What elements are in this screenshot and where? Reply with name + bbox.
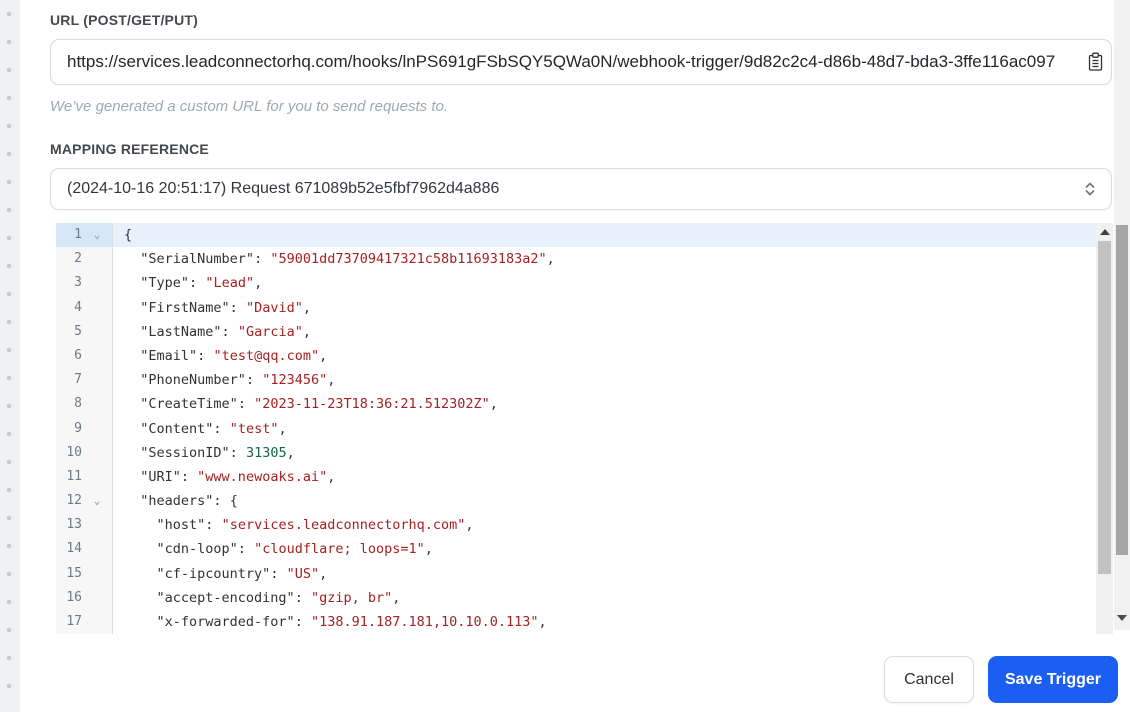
- gutter-cell: 14: [56, 537, 113, 562]
- line-number: 10: [66, 444, 82, 460]
- scroll-down-arrow-icon[interactable]: [1114, 608, 1130, 628]
- gutter-cell: 17: [56, 610, 113, 634]
- mapping-reference-select[interactable]: (2024-10-16 20:51:17) Request 671089b52e…: [50, 168, 1112, 210]
- mapping-reference-label: MAPPING REFERENCE: [50, 141, 209, 157]
- gutter-cell: 9: [56, 416, 113, 441]
- fold-toggle-icon[interactable]: ⌄: [82, 229, 112, 240]
- gutter-cell: 1 ⌄: [56, 223, 113, 248]
- code-text: "Content": "test",: [140, 420, 287, 437]
- line-number: 6: [74, 347, 82, 363]
- gutter-cell: 12 ⌄: [56, 489, 113, 514]
- code-text: "SessionID": 31305,: [140, 444, 295, 461]
- line-number: 16: [66, 589, 82, 605]
- code-text: "Type": "Lead",: [140, 275, 263, 292]
- gutter-cell: 2: [56, 247, 113, 272]
- line-number: 2: [74, 251, 82, 267]
- line-number: 4: [74, 299, 82, 315]
- gutter-cell: 8: [56, 392, 113, 417]
- code-line[interactable]: 15 "cf-ipcountry": "US",: [56, 561, 1096, 586]
- code-text: "Email": "test@qq.com",: [140, 347, 328, 364]
- line-number: 15: [66, 565, 82, 581]
- webhook-url-value[interactable]: https://services.leadconnectorhq.com/hoo…: [51, 52, 1083, 72]
- code-line[interactable]: 5 "LastName": "Garcia",: [56, 319, 1096, 344]
- gutter-cell: 6: [56, 343, 113, 369]
- panel-scrollbar[interactable]: [1114, 0, 1130, 630]
- code-text: "URI": "www.newoaks.ai",: [140, 468, 336, 485]
- code-text: {: [113, 223, 1096, 248]
- line-number: 1: [74, 227, 82, 242]
- code-text: "PhoneNumber": "123456",: [140, 372, 336, 389]
- code-line[interactable]: 1 ⌄{: [56, 223, 1096, 248]
- fold-toggle-icon[interactable]: ⌄: [82, 495, 112, 506]
- code-line[interactable]: 3 "Type": "Lead",: [56, 271, 1096, 296]
- code-line[interactable]: 7 "PhoneNumber": "123456",: [56, 368, 1096, 393]
- code-line[interactable]: 16 "accept-encoding": "gzip, br",: [56, 585, 1096, 610]
- line-number: 17: [66, 614, 82, 629]
- line-number: 9: [74, 420, 82, 436]
- panel-scrollbar-thumb[interactable]: [1116, 225, 1128, 555]
- gutter-cell: 3: [56, 271, 113, 296]
- editor-scrollbar-thumb[interactable]: [1098, 241, 1111, 574]
- gutter-cell: 7: [56, 368, 113, 393]
- code-line[interactable]: 14 "cdn-loop": "cloudflare; loops=1",: [56, 537, 1096, 562]
- line-number: 5: [74, 323, 82, 339]
- webhook-url-input[interactable]: https://services.leadconnectorhq.com/hoo…: [50, 39, 1112, 85]
- code-line[interactable]: 17 "x-forwarded-for": "138.91.187.181,10…: [56, 610, 1096, 634]
- line-number: 12: [66, 493, 82, 509]
- editor-scrollbar[interactable]: [1096, 223, 1113, 634]
- gutter-cell: 15: [56, 561, 113, 586]
- json-payload-editor[interactable]: 1 ⌄{2 "SerialNumber": "59001dd73709417321…: [56, 223, 1113, 634]
- clipboard-icon: [1087, 52, 1104, 72]
- cancel-button[interactable]: Cancel: [884, 656, 974, 703]
- code-line[interactable]: 4 "FirstName": "David",: [56, 295, 1096, 320]
- panel-body: URL (POST/GET/PUT) https://services.lead…: [20, 0, 1114, 634]
- code-line[interactable]: 6 "Email": "test@qq.com",: [56, 343, 1096, 369]
- code-line[interactable]: 13 "host": "services.leadconnectorhq.com…: [56, 513, 1096, 538]
- gutter-cell: 5: [56, 319, 113, 344]
- url-field-label: URL (POST/GET/PUT): [50, 12, 199, 28]
- code-text: "cdn-loop": "cloudflare; loops=1",: [156, 541, 433, 558]
- code-line[interactable]: 11 "URI": "www.newoaks.ai",: [56, 464, 1096, 490]
- scroll-up-arrow-icon[interactable]: [1096, 223, 1113, 240]
- line-number: 8: [74, 396, 82, 412]
- code-line[interactable]: 10 "SessionID": 31305,: [56, 440, 1096, 465]
- gutter-cell: 11: [56, 464, 113, 490]
- save-trigger-button[interactable]: Save Trigger: [988, 656, 1118, 703]
- code-line[interactable]: 2 "SerialNumber": "59001dd73709417321c58…: [56, 247, 1096, 272]
- code-text: "FirstName": "David",: [140, 299, 311, 316]
- code-text: "x-forwarded-for": "138.91.187.181,10.10…: [156, 614, 547, 630]
- code-line[interactable]: 12 ⌄ "headers": {: [56, 489, 1096, 514]
- dotted-edge-decoration: [0, 0, 20, 712]
- line-number: 11: [66, 468, 82, 484]
- line-number: 14: [66, 541, 82, 557]
- up-down-chevron-icon: [1083, 179, 1097, 199]
- gutter-cell: 4: [56, 295, 113, 320]
- gutter-cell: 16: [56, 585, 113, 610]
- code-line[interactable]: 8 "CreateTime": "2023-11-23T18:36:21.512…: [56, 392, 1096, 417]
- mapping-reference-selected-value: (2024-10-16 20:51:17) Request 671089b52e…: [67, 180, 500, 197]
- code-text: "host": "services.leadconnectorhq.com",: [156, 517, 474, 534]
- footer-actions: Cancel Save Trigger: [884, 656, 1118, 703]
- code-text: "headers": {: [140, 493, 238, 510]
- code-lines: 1 ⌄{2 "SerialNumber": "59001dd73709417321…: [56, 223, 1096, 634]
- line-number: 3: [74, 275, 82, 291]
- line-number: 7: [74, 372, 82, 388]
- gutter-cell: 10: [56, 440, 113, 465]
- webhook-trigger-panel: URL (POST/GET/PUT) https://services.lead…: [0, 0, 1130, 712]
- code-text: "cf-ipcountry": "US",: [156, 565, 328, 582]
- gutter-cell: 13: [56, 513, 113, 538]
- line-number: 13: [66, 517, 82, 533]
- code-text: "SerialNumber": "59001dd73709417321c58b1…: [140, 251, 555, 268]
- copy-url-button[interactable]: [1083, 50, 1107, 74]
- code-text: "LastName": "Garcia",: [140, 323, 311, 340]
- code-text: "accept-encoding": "gzip, br",: [156, 589, 401, 606]
- code-line[interactable]: 9 "Content": "test",: [56, 416, 1096, 441]
- url-helper-text: We’ve generated a custom URL for you to …: [50, 98, 448, 115]
- code-text: "CreateTime": "2023-11-23T18:36:21.51230…: [140, 396, 498, 413]
